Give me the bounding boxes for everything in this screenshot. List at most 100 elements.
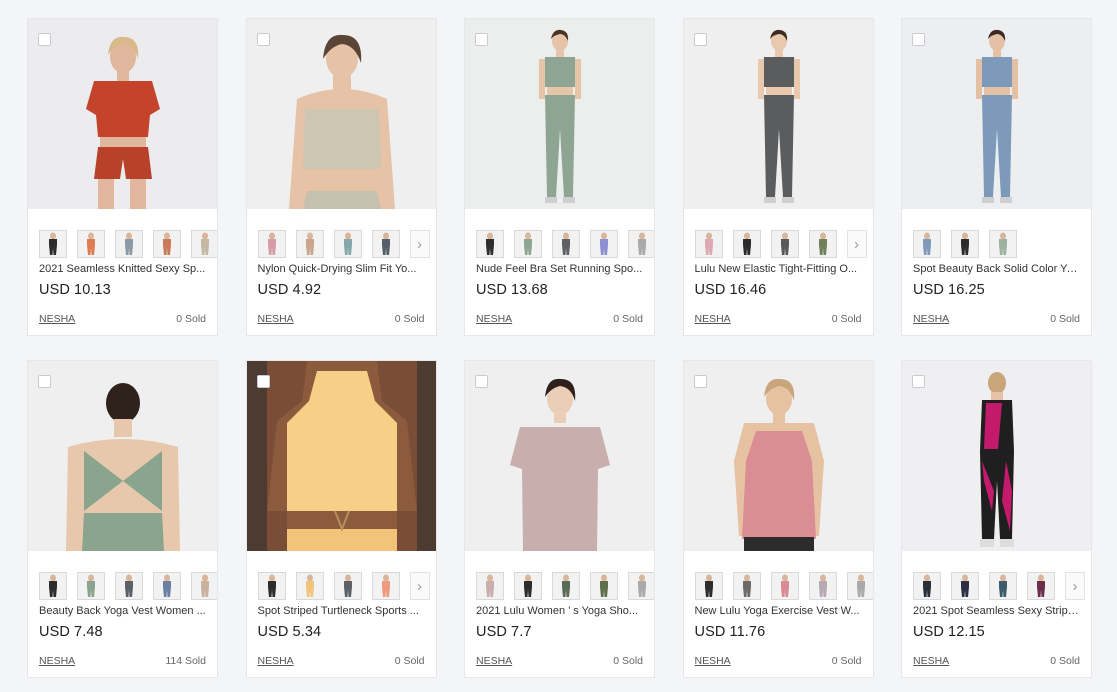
product-card[interactable]: › Spot Striped Turtleneck Sports ... USD 5…	[245, 360, 437, 678]
variant-thumbnail[interactable]	[39, 230, 67, 258]
variant-thumbnail[interactable]	[115, 230, 143, 258]
product-title[interactable]: 2021 Seamless Knitted Sexy Sp...	[39, 263, 207, 275]
variant-thumbnail[interactable]	[989, 572, 1017, 600]
variant-thumbnail[interactable]	[295, 230, 324, 258]
variant-thumbnail[interactable]	[590, 230, 618, 258]
product-card[interactable]: › 2021 Spot Seamless Sexy Stripe... USD 12…	[901, 360, 1092, 678]
product-image[interactable]	[28, 19, 217, 209]
variant-thumbnail[interactable]	[732, 572, 761, 600]
product-image[interactable]	[465, 361, 654, 551]
chevron-right-icon[interactable]: ›	[846, 230, 867, 258]
product-title[interactable]: Nylon Quick-Drying Slim Fit Yo...	[258, 263, 426, 275]
variant-thumbnail[interactable]	[371, 572, 400, 600]
product-card[interactable]: › Lulu New Elastic Tight-Fitting O... USD …	[682, 18, 874, 336]
chevron-right-icon[interactable]: ›	[1065, 572, 1085, 600]
variant-thumbnail[interactable]	[476, 230, 504, 258]
store-link[interactable]: NESHA	[39, 655, 75, 667]
variant-thumbnail[interactable]	[153, 572, 181, 600]
variant-thumbnail[interactable]	[846, 572, 873, 600]
variant-thumbnail[interactable]	[913, 230, 941, 258]
product-title[interactable]: 2021 Spot Seamless Sexy Stripe...	[913, 605, 1081, 617]
variant-thumbnail[interactable]	[476, 572, 504, 600]
product-card[interactable]: Spot Beauty Back Solid Color Yo... USD 16…	[901, 18, 1092, 336]
product-card[interactable]: › New Lulu Yoga Exercise Vest W... USD 11.…	[682, 360, 874, 678]
variant-thumbnail[interactable]	[770, 230, 799, 258]
store-link[interactable]: NESHA	[39, 313, 75, 325]
variant-thumbnail[interactable]	[257, 572, 286, 600]
select-checkbox[interactable]	[38, 375, 51, 388]
select-checkbox[interactable]	[912, 375, 925, 388]
variant-thumbnail[interactable]	[628, 230, 654, 258]
chevron-right-icon[interactable]: ›	[409, 230, 430, 258]
variant-thumbnail[interactable]	[732, 230, 761, 258]
variant-thumbnail[interactable]	[694, 230, 723, 258]
store-link[interactable]: NESHA	[258, 313, 294, 325]
variant-thumbnails: ›	[257, 230, 430, 258]
variant-thumbnail[interactable]	[694, 572, 723, 600]
variant-thumbnail[interactable]	[115, 572, 143, 600]
product-card[interactable]: › Nylon Quick-Drying Slim Fit Yo... USD 4.…	[245, 18, 437, 336]
variant-thumbnail[interactable]	[951, 230, 979, 258]
product-title[interactable]: Spot Striped Turtleneck Sports ...	[258, 605, 426, 617]
variant-thumbnail[interactable]	[191, 572, 217, 600]
variant-thumbnail[interactable]	[1027, 572, 1055, 600]
variant-thumbnail[interactable]	[913, 572, 941, 600]
select-checkbox[interactable]	[912, 33, 925, 46]
variant-thumbnail[interactable]	[514, 572, 542, 600]
product-image[interactable]	[465, 19, 654, 209]
chevron-right-icon[interactable]: ›	[409, 572, 430, 600]
store-link[interactable]: NESHA	[258, 655, 294, 667]
select-checkbox[interactable]	[38, 33, 51, 46]
variant-thumbnail[interactable]	[808, 572, 837, 600]
product-image[interactable]	[28, 361, 217, 551]
variant-thumbnail[interactable]	[590, 572, 618, 600]
variant-thumbnail[interactable]	[628, 572, 654, 600]
variant-thumbnail[interactable]	[191, 230, 217, 258]
variant-thumbnail[interactable]	[77, 572, 105, 600]
variant-thumbnail[interactable]	[257, 230, 286, 258]
product-image[interactable]	[902, 361, 1091, 551]
product-card[interactable]: › Nude Feel Bra Set Running Spo... USD 13.…	[464, 18, 655, 336]
variant-thumbnail[interactable]	[552, 572, 580, 600]
select-checkbox[interactable]	[256, 375, 270, 388]
variant-thumbnail[interactable]	[153, 230, 181, 258]
variant-thumbnails: ›	[694, 230, 867, 258]
variant-thumbnail[interactable]	[333, 230, 362, 258]
product-image[interactable]	[683, 19, 873, 209]
select-checkbox[interactable]	[693, 33, 707, 46]
product-title[interactable]: New Lulu Yoga Exercise Vest W...	[695, 605, 863, 617]
product-card[interactable]: › Beauty Back Yoga Vest Women ... USD 7.48…	[27, 360, 218, 678]
store-link[interactable]: NESHA	[913, 313, 949, 325]
product-image[interactable]	[246, 361, 436, 551]
product-title[interactable]: Nude Feel Bra Set Running Spo...	[476, 263, 644, 275]
variant-thumbnail[interactable]	[770, 572, 799, 600]
variant-thumbnail[interactable]	[552, 230, 580, 258]
variant-thumbnail[interactable]	[989, 230, 1017, 258]
variant-thumbnail[interactable]	[77, 230, 105, 258]
variant-thumbnail[interactable]	[808, 230, 837, 258]
variant-thumbnail[interactable]	[39, 572, 67, 600]
store-link[interactable]: NESHA	[913, 655, 949, 667]
store-link[interactable]: NESHA	[695, 655, 731, 667]
select-checkbox[interactable]	[475, 33, 488, 46]
variant-thumbnail[interactable]	[333, 572, 362, 600]
select-checkbox[interactable]	[475, 375, 488, 388]
product-title[interactable]: 2021 Lulu Women ’ s Yoga Sho...	[476, 605, 644, 617]
store-link[interactable]: NESHA	[695, 313, 731, 325]
product-image[interactable]	[902, 19, 1091, 209]
variant-thumbnail[interactable]	[295, 572, 324, 600]
select-checkbox[interactable]	[256, 33, 270, 46]
product-image[interactable]	[246, 19, 436, 209]
variant-thumbnail[interactable]	[951, 572, 979, 600]
product-title[interactable]: Beauty Back Yoga Vest Women ...	[39, 605, 207, 617]
product-card[interactable]: › 2021 Lulu Women ’ s Yoga Sho... USD 7.7 N…	[464, 360, 655, 678]
store-link[interactable]: NESHA	[476, 313, 512, 325]
product-title[interactable]: Lulu New Elastic Tight-Fitting O...	[695, 263, 863, 275]
variant-thumbnail[interactable]	[514, 230, 542, 258]
select-checkbox[interactable]	[693, 375, 707, 388]
variant-thumbnail[interactable]	[371, 230, 400, 258]
product-card[interactable]: › 2021 Seamless Knitted Sexy Sp... USD 10.…	[27, 18, 218, 336]
store-link[interactable]: NESHA	[476, 655, 512, 667]
product-title[interactable]: Spot Beauty Back Solid Color Yo...	[913, 263, 1081, 275]
product-image[interactable]	[683, 361, 873, 551]
